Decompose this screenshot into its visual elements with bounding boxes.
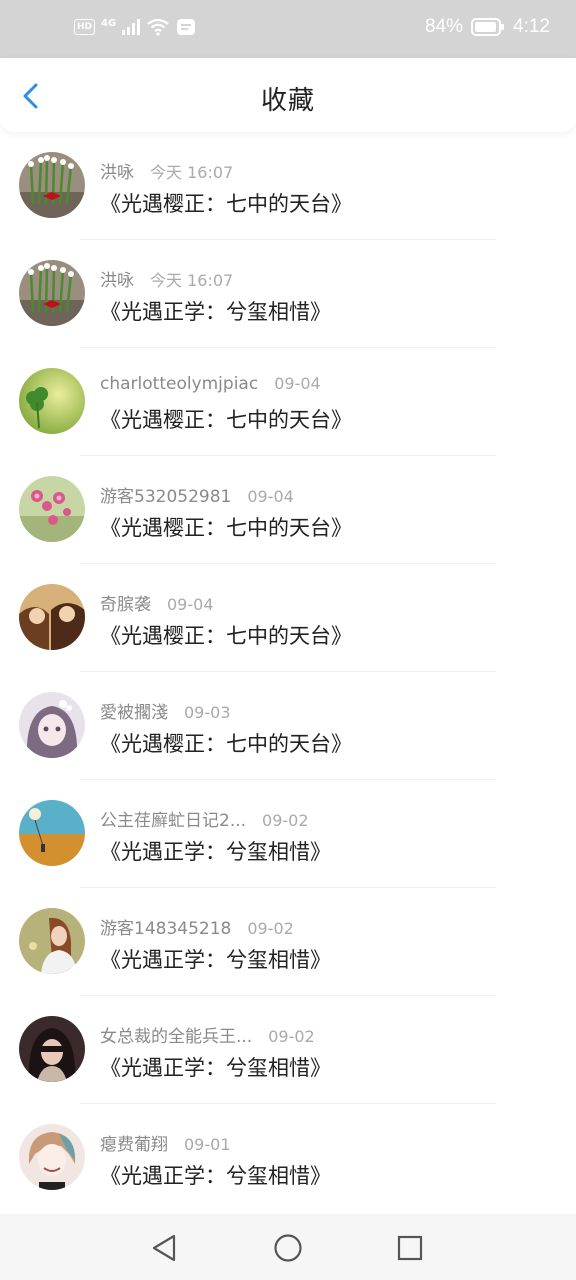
status-right: 84% 4:12 (425, 16, 550, 38)
home-circle-icon[interactable] (271, 1231, 305, 1265)
timestamp: 09-04 (247, 487, 294, 506)
list-item[interactable]: 游客148345218 09-02 《光遇正学：兮玺相惜》 (0, 888, 576, 996)
list-item[interactable]: 瘪费葡翔 09-01 《光遇正学：兮玺相惜》 (0, 1104, 576, 1212)
list-item[interactable]: 洪咏 今天 16:07 《光遇正学：兮玺相惜》 (0, 240, 576, 348)
flowers-avatar[interactable] (19, 152, 85, 218)
item-meta: 洪咏 今天 16:07 (100, 266, 233, 291)
timestamp: 09-02 (262, 811, 309, 830)
item-meta: 游客532052981 09-04 (100, 482, 294, 507)
network-type: 4G (101, 17, 117, 29)
battery-icon (471, 18, 505, 36)
item-meta: 瘪费葡翔 09-01 (100, 1130, 231, 1155)
item-meta: 公主荏廯虻日记2... 09-02 (100, 806, 309, 831)
clover-avatar[interactable] (19, 368, 85, 434)
girls-avatar[interactable] (19, 584, 85, 650)
item-meta: charlotteolymjpiac 09-04 (100, 374, 321, 394)
book-title[interactable]: 《光遇樱正：七中的天台》 (100, 404, 352, 434)
user-name[interactable]: 奇膑袭 (100, 590, 151, 615)
timestamp: 09-02 (268, 1027, 315, 1046)
book-title[interactable]: 《光遇正学：兮玺相惜》 (100, 1160, 331, 1190)
field-avatar[interactable] (19, 800, 85, 866)
timestamp: 09-02 (247, 919, 294, 938)
battery-percent: 84% (424, 16, 464, 37)
user-name[interactable]: 愛被擱淺 (100, 698, 168, 723)
header: 收藏 (0, 58, 576, 132)
user-name[interactable]: charlotteolymjpiac (100, 374, 258, 394)
signal-icon (122, 19, 141, 35)
book-title[interactable]: 《光遇正学：兮玺相惜》 (100, 944, 331, 974)
timestamp: 09-01 (184, 1135, 231, 1154)
book-title[interactable]: 《光遇正学：兮玺相惜》 (100, 836, 331, 866)
flowers-avatar[interactable] (19, 260, 85, 326)
user-name[interactable]: 洪咏 (100, 158, 134, 183)
timestamp: 09-04 (274, 374, 321, 393)
book-title[interactable]: 《光遇樱正：七中的天台》 (100, 188, 352, 218)
list-item[interactable]: 奇膑袭 09-04 《光遇樱正：七中的天台》 (0, 564, 576, 672)
list-item[interactable]: 女总裁的全能兵王... 09-02 《光遇正学：兮玺相惜》 (0, 996, 576, 1104)
hd-badge: HD (74, 19, 96, 35)
user-name[interactable]: 游客148345218 (100, 914, 231, 939)
list-item[interactable]: 愛被擱淺 09-03 《光遇樱正：七中的天台》 (0, 672, 576, 780)
item-meta: 奇膑袭 09-04 (100, 590, 214, 615)
book-title[interactable]: 《光遇正学：兮玺相惜》 (100, 296, 331, 326)
anime-boy-avatar[interactable] (19, 1124, 85, 1190)
blossom-avatar[interactable] (19, 476, 85, 542)
item-meta: 愛被擱淺 09-03 (100, 698, 231, 723)
user-name[interactable]: 游客532052981 (100, 482, 231, 507)
timestamp: 09-04 (167, 595, 214, 614)
anime-girl-avatar[interactable] (19, 692, 85, 758)
book-title[interactable]: 《光遇樱正：七中的天台》 (100, 512, 352, 542)
book-title[interactable]: 《光遇樱正：七中的天台》 (100, 620, 352, 650)
book-title[interactable]: 《光遇樱正：七中的天台》 (100, 728, 352, 758)
user-name[interactable]: 公主荏廯虻日记2... (100, 806, 246, 831)
dark-girl-avatar[interactable] (19, 1016, 85, 1082)
back-triangle-icon[interactable] (148, 1231, 182, 1265)
user-name[interactable]: 瘪费葡翔 (100, 1130, 168, 1155)
item-meta: 洪咏 今天 16:07 (100, 158, 233, 183)
timestamp: 今天 16:07 (150, 271, 234, 290)
timestamp: 09-03 (184, 703, 231, 722)
recents-square-icon[interactable] (393, 1231, 427, 1265)
wifi-icon (147, 18, 169, 36)
timestamp: 今天 16:07 (150, 163, 234, 182)
list-item[interactable]: 洪咏 今天 16:07 《光遇樱正：七中的天台》 (0, 132, 576, 240)
clock: 4:12 (513, 16, 550, 37)
page-title: 收藏 (260, 86, 315, 116)
notification-icon (177, 19, 196, 35)
book-title[interactable]: 《光遇正学：兮玺相惜》 (100, 1052, 331, 1082)
status-bar: HD 4G 84% 4:12 (0, 0, 576, 58)
status-left: HD 4G (74, 18, 196, 36)
portrait-avatar[interactable] (19, 908, 85, 974)
user-name[interactable]: 洪咏 (100, 266, 134, 291)
list-item[interactable]: 公主荏廯虻日记2... 09-02 《光遇正学：兮玺相惜》 (0, 780, 576, 888)
item-meta: 游客148345218 09-02 (100, 914, 294, 939)
user-name[interactable]: 女总裁的全能兵王... (100, 1022, 252, 1047)
list-item[interactable]: 游客532052981 09-04 《光遇樱正：七中的天台》 (0, 456, 576, 564)
list-item[interactable]: charlotteolymjpiac 09-04 《光遇樱正：七中的天台》 (0, 348, 576, 456)
item-meta: 女总裁的全能兵王... 09-02 (100, 1022, 315, 1047)
system-nav-bar (0, 1214, 576, 1280)
favorites-list: 洪咏 今天 16:07 《光遇樱正：七中的天台》 洪咏 今天 16:07 《光遇… (0, 132, 576, 1212)
